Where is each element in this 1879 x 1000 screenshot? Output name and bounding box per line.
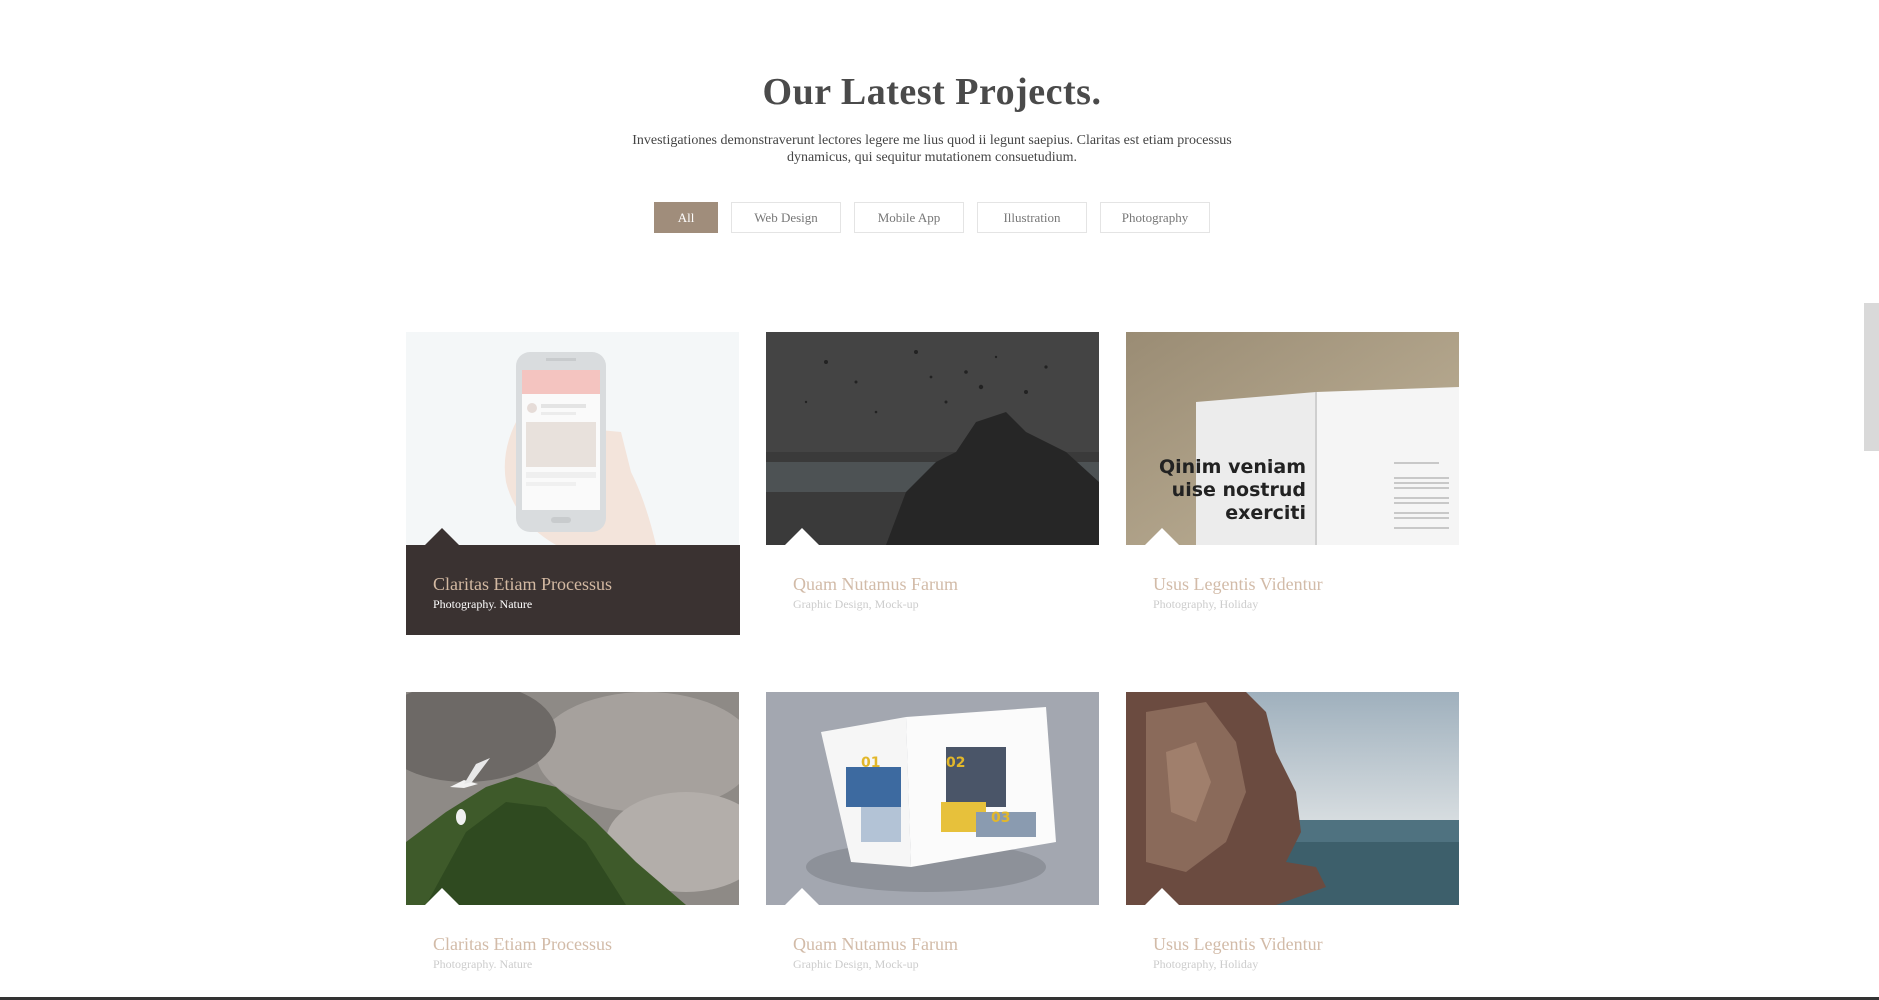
section-title: Our Latest Projects. [762, 71, 1102, 113]
project-meta: Photography, Holiday [1153, 597, 1259, 611]
project-image-sea-rock[interactable] [1126, 692, 1459, 905]
project-card[interactable]: Claritas Etiam Processus Photography. Na… [406, 692, 740, 994]
scrollbar-thumb[interactable] [1864, 303, 1879, 451]
project-meta: Graphic Design, Mock-up [793, 957, 919, 971]
section-description: Investigationes demonstraverunt lectores… [632, 133, 1232, 165]
book-text-line: Qinim veniam [1159, 456, 1306, 478]
project-card[interactable]: Quam Nutamus Farum Graphic Design, Mock-… [766, 332, 1100, 634]
card-pointer [1144, 888, 1180, 906]
project-image-mossy-cliff[interactable] [406, 692, 739, 905]
filter-all-button[interactable]: All [654, 202, 718, 233]
project-info: Claritas Etiam Processus Photography. Na… [406, 545, 740, 635]
project-image-dark-rock[interactable] [766, 332, 1099, 545]
book-text-line: exerciti [1225, 502, 1306, 524]
project-title[interactable]: Quam Nutamus Farum [793, 573, 1073, 595]
project-info: Claritas Etiam Processus Photography. Na… [406, 905, 740, 995]
project-title[interactable]: Usus Legentis Videntur [1153, 933, 1433, 955]
project-meta: Photography, Holiday [1153, 957, 1259, 971]
project-meta: Graphic Design, Mock-up [793, 597, 919, 611]
filter-photography-button[interactable]: Photography [1100, 202, 1210, 233]
project-title[interactable]: Claritas Etiam Processus [433, 933, 713, 955]
project-card[interactable]: Usus Legentis Videntur Photography, Holi… [1126, 692, 1460, 994]
card-pointer [424, 888, 460, 906]
project-image-phone-mockup[interactable] [406, 332, 739, 545]
project-info: Quam Nutamus Farum Graphic Design, Mock-… [766, 905, 1100, 995]
magazine-number: 03 [991, 810, 1010, 826]
card-pointer [784, 528, 820, 546]
magazine-number: 02 [946, 755, 965, 771]
card-pointer [424, 528, 460, 546]
project-card[interactable]: Qinim veniam uise nostrud exerciti Usus … [1126, 332, 1460, 634]
portfolio-filters: All Web Design Mobile App Illustration P… [0, 202, 1864, 233]
card-pointer [1144, 528, 1180, 546]
project-title[interactable]: Claritas Etiam Processus [433, 573, 713, 595]
card-pointer [784, 888, 820, 906]
project-info: Quam Nutamus Farum Graphic Design, Mock-… [766, 545, 1100, 635]
project-image-magazine-mockup[interactable]: 01 02 03 [766, 692, 1099, 905]
project-title[interactable]: Quam Nutamus Farum [793, 933, 1073, 955]
project-meta: Photography. Nature [433, 957, 533, 971]
project-info: Usus Legentis Videntur Photography, Holi… [1126, 545, 1460, 635]
project-info: Usus Legentis Videntur Photography, Holi… [1126, 905, 1460, 995]
project-title[interactable]: Usus Legentis Videntur [1153, 573, 1433, 595]
project-image-book-mockup[interactable]: Qinim veniam uise nostrud exerciti [1126, 332, 1459, 545]
filter-mobile-app-button[interactable]: Mobile App [854, 202, 964, 233]
project-card[interactable]: Claritas Etiam Processus Photography. Na… [406, 332, 740, 635]
book-text-line: uise nostrud [1172, 479, 1306, 501]
project-card[interactable]: 01 02 03 Quam Nutamus Farum Graphic Desi… [766, 692, 1100, 994]
page: Our Latest Projects. Investigationes dem… [0, 0, 1879, 1000]
magazine-number: 01 [861, 755, 880, 771]
project-meta: Photography. Nature [433, 597, 533, 611]
filter-web-design-button[interactable]: Web Design [731, 202, 841, 233]
filter-illustration-button[interactable]: Illustration [977, 202, 1087, 233]
